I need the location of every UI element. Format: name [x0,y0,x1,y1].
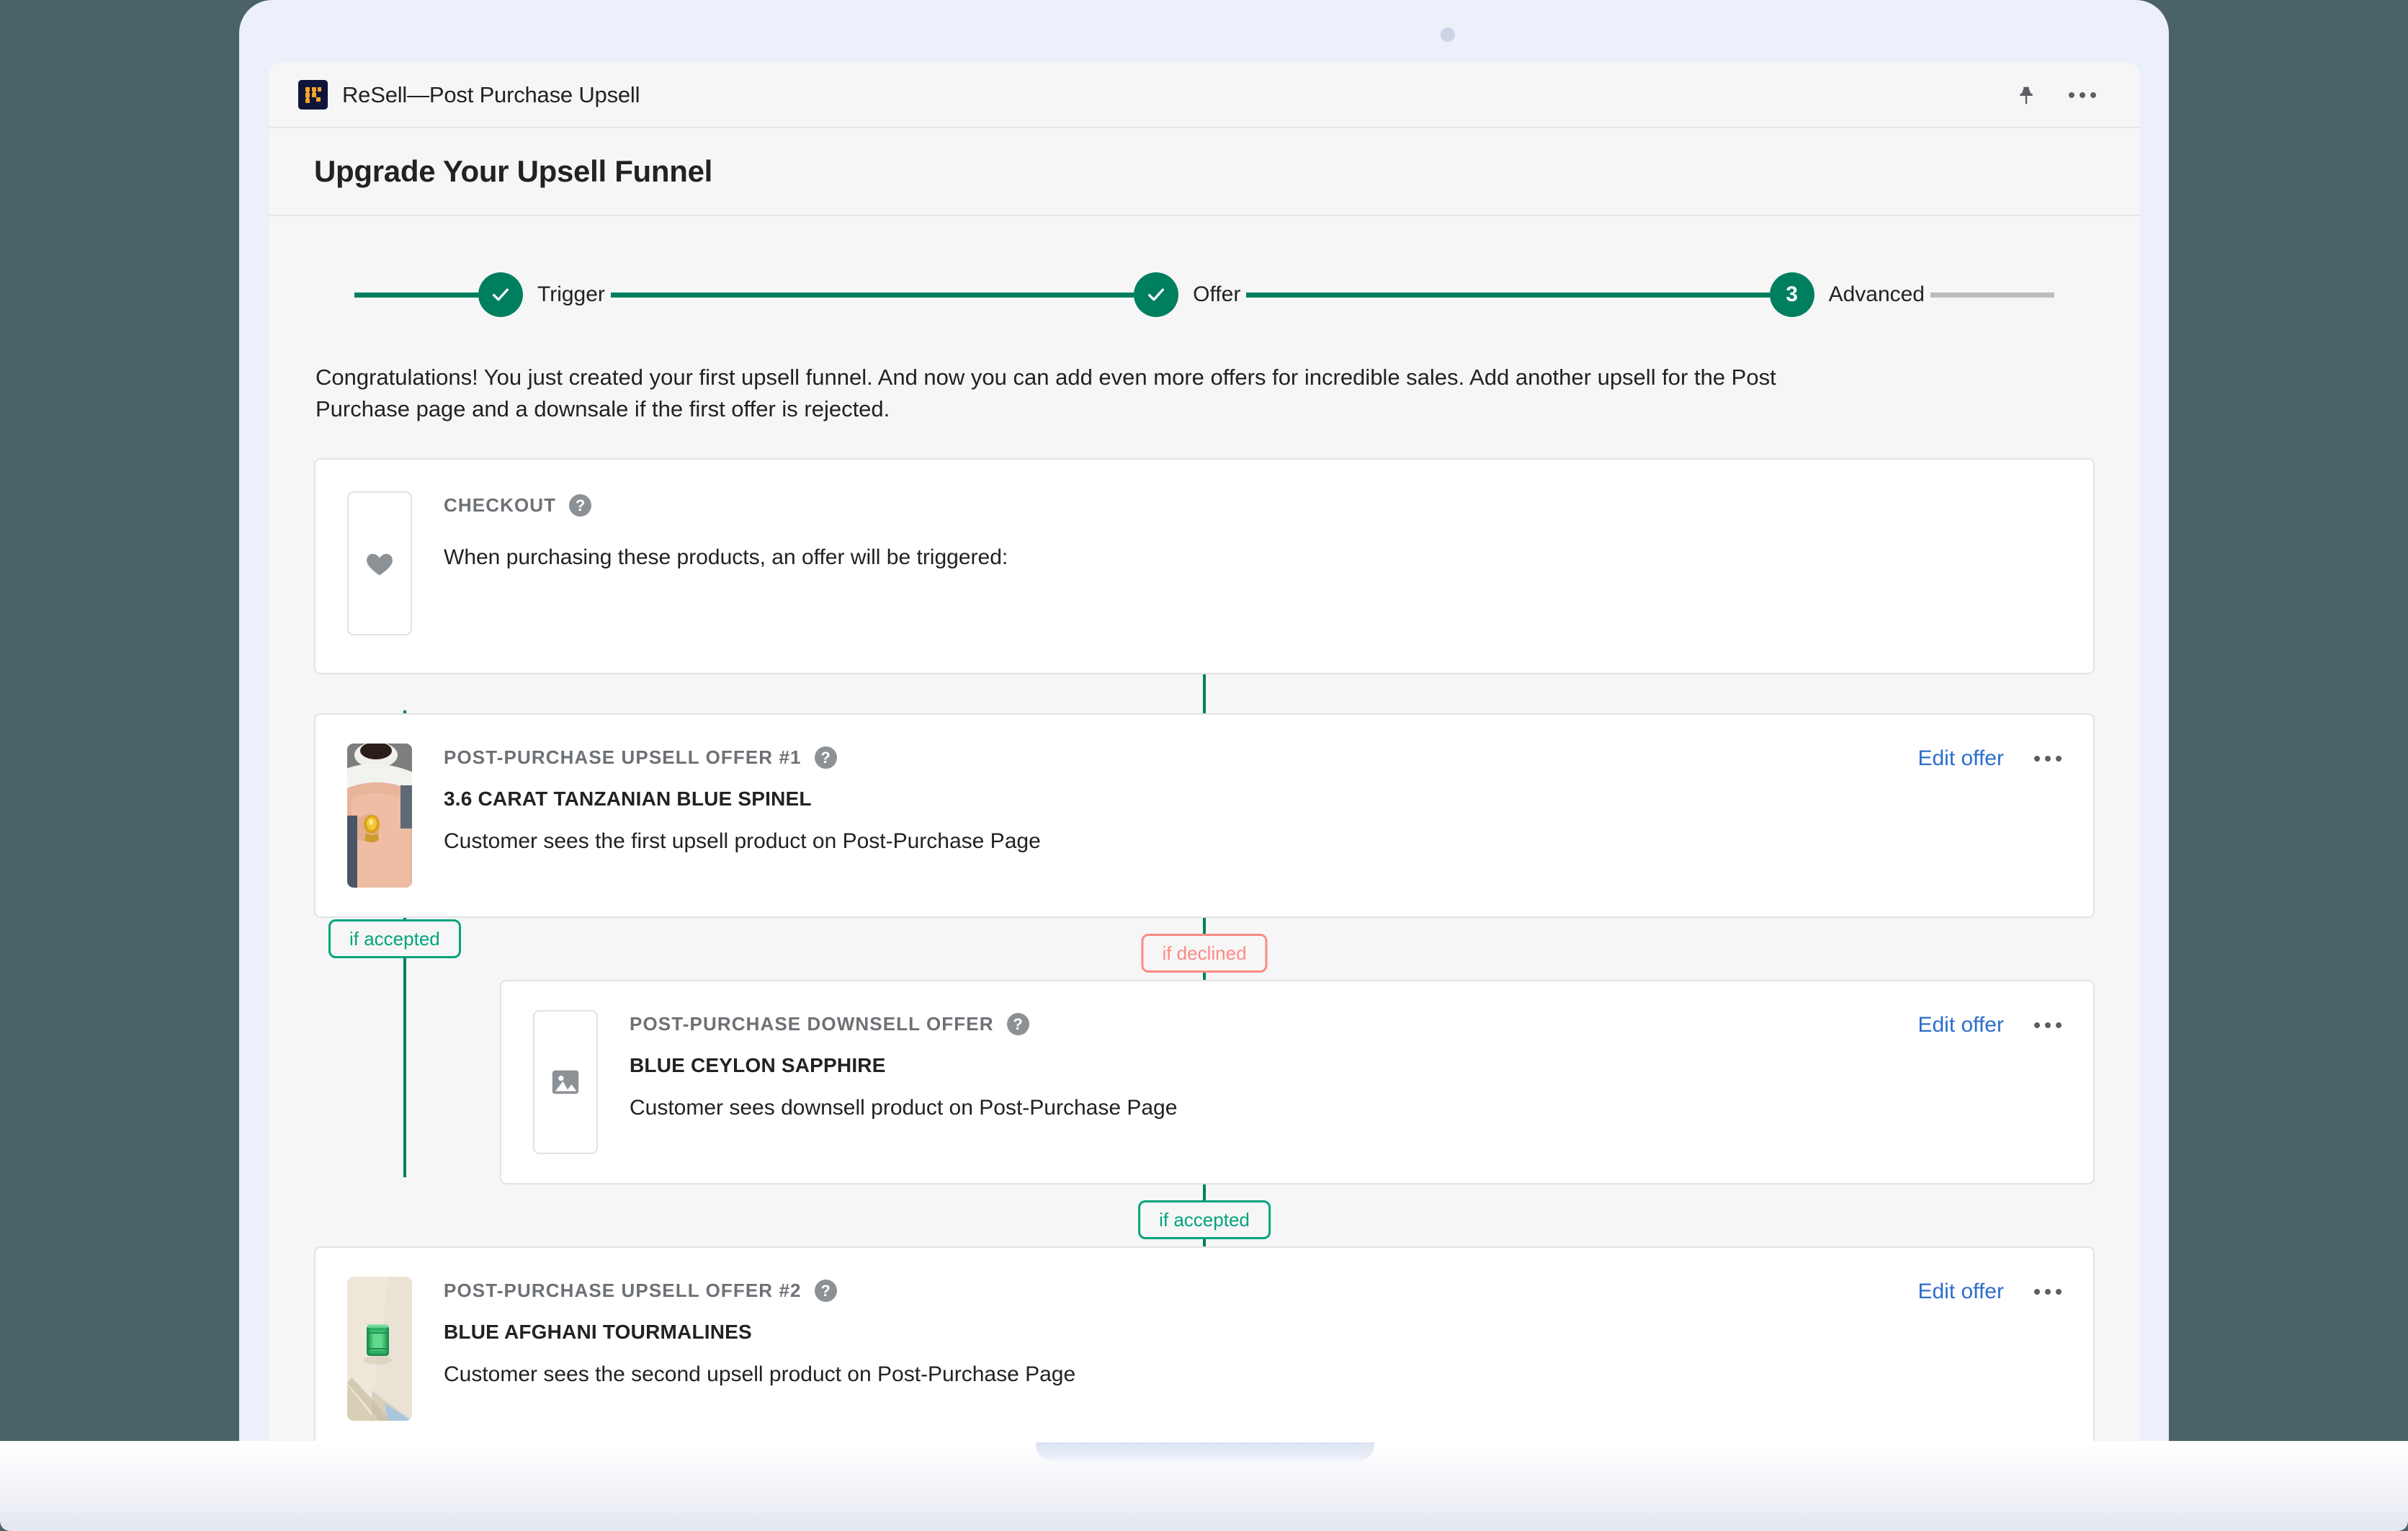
page-header: Upgrade Your Upsell Funnel [269,128,2139,216]
intro-paragraph: Congratulations! You just created your f… [315,365,1776,422]
upsell-offer-1-thumb [347,744,412,888]
connector-gap-2: if declined [314,918,2095,981]
stepper-check-icon-trigger [478,272,523,317]
downsell-offer-kicker: POST-PURCHASE DOWNSELL OFFER [630,1013,994,1035]
upsell-offer-2-description: Customer sees the second upsell product … [444,1362,1076,1387]
edit-offer-link-upsell-1[interactable]: Edit offer [1917,746,2004,771]
checkout-card-main: CHECKOUT ? When purchasing these product… [444,491,2062,570]
more-actions-icon-downsell[interactable] [2034,1022,2062,1029]
app-window: ReSell—Post Purchase Upsell Upgrade Your… [269,63,2139,1441]
laptop-base-notch [1036,1442,1374,1463]
upsell-offer-2-actions: Edit offer [1917,1277,2062,1304]
pin-icon[interactable] [2015,84,2037,106]
stepper-label-trigger: Trigger [537,282,605,306]
upsell-offer-1-main: POST-PURCHASE UPSELL OFFER #1 ? 3.6 CARA… [444,744,1886,854]
progress-stepper: Trigger Offer 3 Advanced [314,272,2095,317]
upsell-offer-1-card: POST-PURCHASE UPSELL OFFER #1 ? 3.6 CARA… [314,713,2095,919]
checkout-card-inner: CHECKOUT ? When purchasing these product… [315,460,2093,673]
three-dots-glyph-upsell-1 [2034,756,2062,762]
downsell-offer-main: POST-PURCHASE DOWNSELL OFFER ? BLUE CEYL… [630,1010,1886,1120]
stepper-label-advanced: Advanced [1828,282,1925,306]
more-actions-icon-upsell-1[interactable] [2034,756,2062,762]
page-title: Upgrade Your Upsell Funnel [314,154,713,188]
branch-pill-if-accepted-left: if accepted [328,919,461,959]
downsell-offer-inner: POST-PURCHASE DOWNSELL OFFER ? BLUE CEYL… [501,981,2093,1183]
upsell-offer-2-main: POST-PURCHASE UPSELL OFFER #2 ? BLUE AFG… [444,1277,1886,1387]
help-icon-upsell-2[interactable]: ? [814,1280,837,1303]
upsell-offer-2-thumb [347,1277,412,1421]
connector-gap-1 [314,674,2095,714]
heart-icon [367,553,393,576]
help-icon-downsell[interactable]: ? [1006,1013,1029,1036]
three-dots-glyph-upsell-2 [2034,1289,2062,1295]
help-icon-checkout[interactable]: ? [569,494,592,517]
upsell-offer-1-description: Customer sees the first upsell product o… [444,829,1041,854]
stepper-line-lead [354,292,478,298]
resell-app-icon [298,80,328,110]
downsell-offer-description: Customer sees downsell product on Post-P… [630,1096,1178,1120]
connector-gap-3: if accepted [314,1184,2095,1247]
upsell-offer-1-actions: Edit offer [1917,744,2062,771]
webcam-dot [1441,27,1455,42]
branch-pill-if-declined: if declined [1141,934,1268,973]
three-dots-glyph [2069,91,2096,98]
upsell-offer-2-card: POST-PURCHASE UPSELL OFFER #2 ? BLUE AFG… [314,1246,2095,1441]
app-topbar: ReSell—Post Purchase Upsell [269,63,2139,128]
checkout-description: When purchasing these products, an offer… [444,545,1008,570]
stepper-check-icon-offer [1134,272,1179,317]
upsell-offer-2-inner: POST-PURCHASE UPSELL OFFER #2 ? BLUE AFG… [315,1248,2093,1441]
stepper-line-2 [1246,292,1770,298]
edit-offer-link-downsell[interactable]: Edit offer [1917,1013,2004,1037]
more-actions-icon[interactable] [2069,91,2096,98]
stepper-label-offer: Offer [1193,282,1241,306]
page-body: Trigger Offer 3 Advanced Congratulations… [269,272,2139,1441]
upsell-offer-1-kicker-row: POST-PURCHASE UPSELL OFFER #1 ? [444,746,1886,769]
topbar-actions [2015,84,2096,106]
stepper-line-1 [610,292,1134,298]
three-dots-glyph-downsell [2034,1022,2062,1029]
funnel-flow: CHECKOUT ? When purchasing these product… [314,458,2095,1441]
branch-pill-if-accepted-center: if accepted [1138,1200,1271,1240]
stepper-number-badge-advanced: 3 [1769,272,1814,317]
stepper-step-advanced[interactable]: 3 Advanced [1769,272,1930,317]
connector-checkout-to-upsell1 [1203,674,1206,714]
upsell-offer-1-kicker: POST-PURCHASE UPSELL OFFER #1 [444,746,802,769]
checkout-kicker-row: CHECKOUT ? [444,494,2062,517]
image-placeholder-icon [552,1070,579,1094]
stepper-line-tail [1930,292,2054,298]
ring-photo [347,744,412,888]
downsell-offer-actions: Edit offer [1917,1010,2062,1037]
checkout-card: CHECKOUT ? When purchasing these product… [314,458,2095,675]
app-title: ReSell—Post Purchase Upsell [342,81,640,107]
upsell-offer-2-product: BLUE AFGHANI TOURMALINES [444,1321,752,1344]
upsell-offer-2-kicker-row: POST-PURCHASE UPSELL OFFER #2 ? [444,1280,1886,1303]
gemstone-photo [347,1277,412,1421]
edit-offer-link-upsell-2[interactable]: Edit offer [1917,1280,2004,1304]
stepper-step-trigger[interactable]: Trigger [478,272,611,317]
upsell-offer-1-inner: POST-PURCHASE UPSELL OFFER #1 ? 3.6 CARA… [315,715,2093,916]
checkout-kicker: CHECKOUT [444,494,557,517]
app-identity: ReSell—Post Purchase Upsell [298,80,640,110]
checkout-thumb [347,491,412,636]
downsell-offer-kicker-row: POST-PURCHASE DOWNSELL OFFER ? [630,1013,1886,1036]
more-actions-icon-upsell-2[interactable] [2034,1289,2062,1295]
help-icon-upsell-1[interactable]: ? [814,746,837,769]
downsell-offer-product: BLUE CEYLON SAPPHIRE [630,1054,886,1077]
downsell-offer-card: POST-PURCHASE DOWNSELL OFFER ? BLUE CEYL… [500,980,2095,1185]
downsell-offer-thumb [533,1010,598,1155]
upsell-offer-1-product: 3.6 CARAT TANZANIAN BLUE SPINEL [444,787,812,811]
stepper-step-offer[interactable]: Offer [1134,272,1246,317]
upsell-offer-2-kicker: POST-PURCHASE UPSELL OFFER #2 [444,1280,802,1302]
